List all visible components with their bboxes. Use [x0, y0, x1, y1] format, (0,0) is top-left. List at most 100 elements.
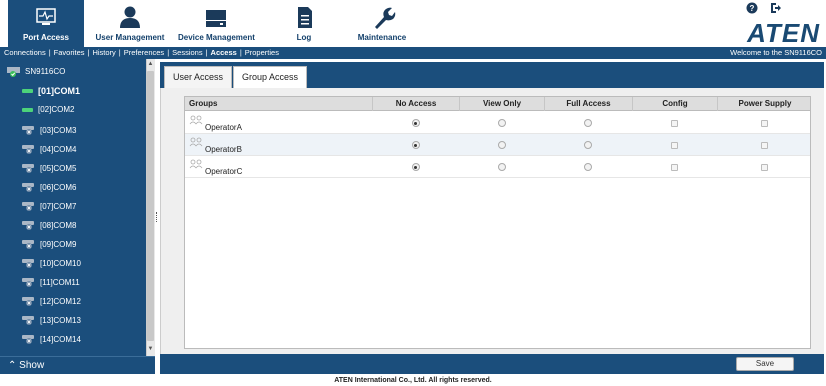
nav-user-management[interactable]: User Management	[92, 4, 168, 42]
sidebar-port-com5[interactable]: [05]COM5	[22, 162, 76, 174]
aten-logo: ATEN	[747, 18, 820, 48]
tree-root[interactable]: SN9116CO	[6, 65, 65, 77]
show-toggle[interactable]: ⌃ Show	[0, 356, 155, 374]
device-icon	[206, 10, 226, 27]
group-access-panel: Groups No Access View Only Full Access C…	[160, 88, 824, 354]
scroll-down-arrow-icon[interactable]: ▼	[147, 345, 154, 354]
power-supply-checkbox[interactable]	[717, 156, 812, 178]
view-only-radio[interactable]	[459, 112, 544, 134]
sidebar-port-com12[interactable]: [12]COM12	[22, 295, 81, 307]
group-icon	[189, 159, 203, 169]
power-supply-checkbox[interactable]	[717, 134, 812, 156]
no-access-radio[interactable]	[372, 156, 459, 178]
full-access-radio[interactable]	[544, 156, 632, 178]
nav-device-management[interactable]: Device Management	[178, 4, 255, 42]
sidebar-scroll-thumb[interactable]	[147, 71, 154, 341]
submenu-preferences[interactable]: Preferences	[124, 48, 164, 57]
group-cell: OperatorA	[189, 115, 242, 132]
top-navigation-bar: Port Access User Management Device Manag…	[0, 0, 826, 48]
save-button[interactable]: Save	[736, 357, 794, 371]
port-offline-icon	[22, 278, 34, 287]
tree-root-label: SN9116CO	[25, 66, 66, 76]
port-label: [05]COM5	[40, 163, 77, 173]
port-online-icon	[22, 107, 33, 112]
submenu-connections[interactable]: Connections	[4, 48, 46, 57]
nav-log[interactable]: Log	[266, 4, 342, 42]
logout-icon[interactable]	[770, 2, 782, 14]
port-label: [06]COM6	[40, 182, 77, 192]
sidebar-port-com2[interactable]: [02]COM2	[22, 105, 74, 114]
submenu-sessions[interactable]: Sessions	[172, 48, 202, 57]
sidebar-port-com3[interactable]: [03]COM3	[22, 124, 76, 136]
port-access-icon	[36, 8, 56, 25]
sidebar-port-com4[interactable]: [04]COM4	[22, 143, 76, 155]
column-header-full-access[interactable]: Full Access	[544, 97, 632, 111]
sidebar-port-com7[interactable]: [07]COM7	[22, 200, 76, 212]
table-row: OperatorC	[185, 156, 810, 178]
no-access-radio[interactable]	[372, 134, 459, 156]
sidebar-port-com6[interactable]: [06]COM6	[22, 181, 76, 193]
nav-port-access[interactable]: Port Access	[8, 0, 84, 47]
port-label: [13]COM13	[40, 315, 81, 325]
port-sidebar: SN9116CO [01]COM1 [02]COM2 [03]COM3 [04]…	[0, 59, 155, 374]
sidebar-port-com13[interactable]: [13]COM13	[22, 314, 81, 326]
sidebar-port-com14[interactable]: [14]COM14	[22, 333, 81, 345]
no-access-radio[interactable]	[372, 112, 459, 134]
splitter-grip-icon[interactable]	[156, 212, 159, 222]
port-label: [07]COM7	[40, 201, 77, 211]
sidebar-port-com8[interactable]: [08]COM8	[22, 219, 76, 231]
port-offline-icon	[22, 335, 34, 344]
nav-maintenance[interactable]: Maintenance	[344, 4, 420, 42]
view-only-radio[interactable]	[459, 134, 544, 156]
sub-menu-bar: Connections | Favorites | History | Preference…	[0, 47, 826, 59]
view-only-radio[interactable]	[459, 156, 544, 178]
submenu-access[interactable]: Access	[211, 48, 237, 57]
port-label: [14]COM14	[40, 334, 81, 344]
scroll-up-arrow-icon[interactable]: ▲	[147, 60, 154, 69]
full-access-radio[interactable]	[544, 112, 632, 134]
group-access-table: Groups No Access View Only Full Access C…	[184, 96, 811, 349]
config-checkbox[interactable]	[632, 112, 717, 134]
port-offline-icon	[22, 297, 34, 306]
port-label: [01]COM1	[38, 86, 81, 96]
sidebar-port-com1[interactable]: [01]COM1	[22, 86, 80, 96]
submenu-favorites[interactable]: Favorites	[54, 48, 85, 57]
submenu-history[interactable]: History	[92, 48, 115, 57]
tab-user-access[interactable]: User Access	[164, 66, 233, 88]
nav-label: User Management	[95, 33, 165, 42]
column-header-config[interactable]: Config	[632, 97, 717, 111]
column-header-view-only[interactable]: View Only	[459, 97, 544, 111]
port-label: [08]COM8	[40, 220, 77, 230]
port-online-icon	[22, 89, 33, 93]
config-checkbox[interactable]	[632, 134, 717, 156]
column-header-power-supply[interactable]: Power Supply	[717, 97, 812, 111]
log-icon	[298, 7, 312, 28]
footer-copyright: ATEN International Co., Ltd. All rights …	[0, 374, 826, 386]
group-name: OperatorA	[205, 123, 242, 132]
device-online-icon	[7, 67, 20, 77]
tab-group-access[interactable]: Group Access	[233, 66, 308, 88]
port-offline-icon	[22, 240, 34, 249]
column-header-no-access[interactable]: No Access	[372, 97, 459, 111]
power-supply-checkbox[interactable]	[717, 112, 812, 134]
group-cell: OperatorC	[189, 159, 242, 176]
nav-label: Log	[296, 33, 312, 42]
main-content: User Access Group Access Groups No Acces…	[160, 59, 826, 374]
full-access-radio[interactable]	[544, 134, 632, 156]
sidebar-port-com10[interactable]: [10]COM10	[22, 257, 81, 269]
sidebar-port-com9[interactable]: [09]COM9	[22, 238, 76, 250]
group-icon	[189, 137, 203, 147]
column-header-groups[interactable]: Groups	[185, 97, 372, 111]
top-right-icons: ?	[746, 2, 782, 14]
svg-text:?: ?	[750, 4, 755, 13]
submenu-properties[interactable]: Properties	[245, 48, 279, 57]
port-offline-icon	[22, 145, 34, 154]
config-checkbox[interactable]	[632, 156, 717, 178]
help-icon[interactable]: ?	[746, 2, 758, 14]
welcome-text: Welcome to the SN9116CO	[730, 48, 822, 57]
save-bar: Save	[160, 354, 824, 374]
show-label: Show	[19, 360, 45, 371]
sidebar-port-com11[interactable]: [11]COM11	[22, 276, 80, 288]
port-label: [03]COM3	[40, 125, 77, 135]
port-label: [02]COM2	[38, 105, 75, 114]
